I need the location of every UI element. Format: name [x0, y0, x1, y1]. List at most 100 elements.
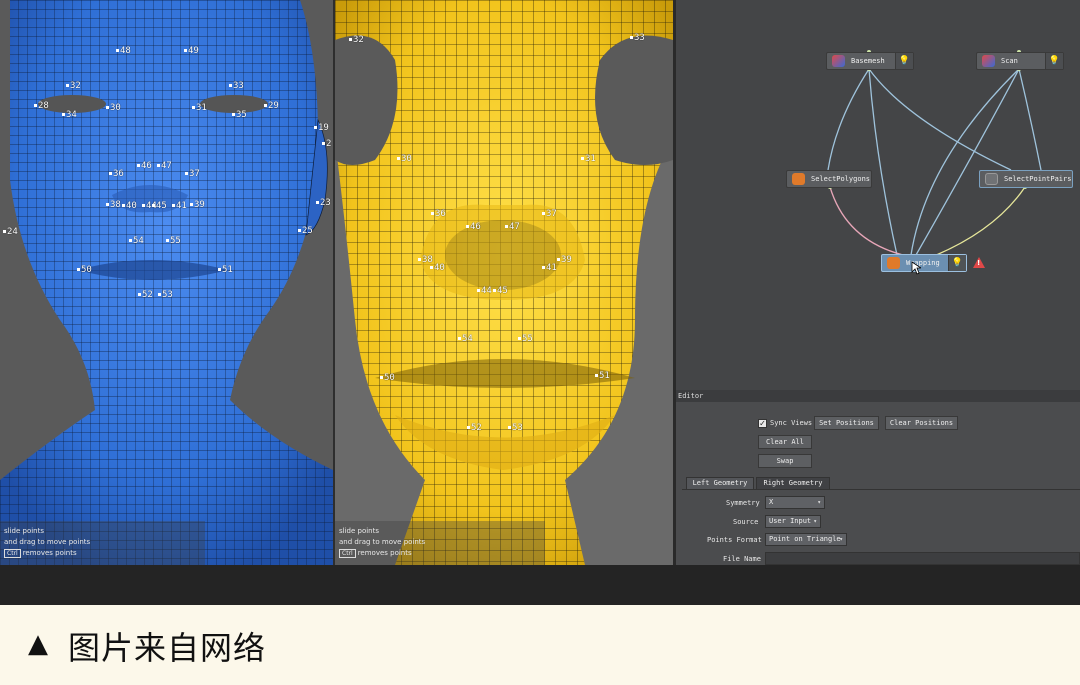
- landmark[interactable]: 24: [3, 227, 18, 237]
- lightbulb-icon[interactable]: 💡: [1045, 53, 1063, 69]
- landmark[interactable]: 48: [116, 46, 131, 56]
- landmark[interactable]: 50: [77, 265, 92, 275]
- node-wrapping[interactable]: Wrapping 💡: [881, 254, 967, 272]
- landmark[interactable]: 35: [232, 110, 247, 120]
- landmark[interactable]: 55: [166, 236, 181, 246]
- landmark[interactable]: 31: [192, 103, 207, 113]
- landmark[interactable]: 33: [630, 33, 645, 43]
- node-basemesh[interactable]: Basemesh 💡: [826, 52, 914, 70]
- landmark[interactable]: 19: [314, 123, 329, 133]
- landmark[interactable]: 34: [62, 110, 77, 120]
- landmark[interactable]: 41: [542, 263, 557, 273]
- node-scan[interactable]: Scan 💡: [976, 52, 1064, 70]
- landmark[interactable]: 46: [466, 222, 481, 232]
- image-caption: ▲ 图片来自网络: [0, 605, 1080, 685]
- tab-divider: [682, 489, 1080, 490]
- ctrl-key: Ctrl: [339, 549, 356, 558]
- points-format-select[interactable]: Point on Triangle ▾: [765, 533, 847, 546]
- landmark[interactable]: 52: [138, 290, 153, 300]
- landmark[interactable]: 38: [106, 200, 121, 210]
- landmark[interactable]: 45: [493, 286, 508, 296]
- landmark[interactable]: 37: [185, 169, 200, 179]
- swap-button[interactable]: Swap: [758, 454, 812, 468]
- node-select-polygons[interactable]: SelectPolygons: [786, 170, 872, 188]
- landmark[interactable]: 53: [508, 423, 523, 433]
- connection-wire: [829, 186, 904, 256]
- node-label: Scan: [1001, 57, 1018, 65]
- source-select[interactable]: User Input ▾: [765, 515, 821, 528]
- bottom-dark-strip: [0, 565, 1080, 605]
- warning-icon: !: [973, 257, 985, 268]
- screenshot: 48 49 32 33 28 30 31 29 34 35 19 2 46 47…: [0, 0, 1080, 685]
- landmark[interactable]: 39: [557, 255, 572, 265]
- node-label: SelectPolygons: [811, 175, 871, 183]
- landmark[interactable]: 28: [34, 101, 49, 111]
- hint-line: and drag to move points: [339, 538, 426, 546]
- landmark[interactable]: 55: [518, 334, 533, 344]
- lightbulb-icon[interactable]: 💡: [895, 53, 913, 69]
- dropdown-arrow-icon: ▾: [817, 499, 821, 506]
- landmark[interactable]: 49: [184, 46, 199, 56]
- clear-all-button[interactable]: Clear All: [758, 435, 812, 449]
- landmark[interactable]: 51: [218, 265, 233, 275]
- landmark[interactable]: 51: [595, 371, 610, 381]
- hint-line: Ctrl removes points: [4, 549, 77, 558]
- landmark[interactable]: 46: [137, 161, 152, 171]
- landmark[interactable]: 41: [172, 201, 187, 211]
- symmetry-select[interactable]: X ▾: [765, 496, 825, 509]
- dropdown-arrow-icon: ▾: [813, 518, 817, 525]
- points-format-label: Points Format: [707, 536, 762, 544]
- landmark[interactable]: 40: [430, 263, 445, 273]
- landmark[interactable]: 50: [380, 373, 395, 383]
- landmark[interactable]: 54: [129, 236, 144, 246]
- landmark[interactable]: 47: [157, 161, 172, 171]
- editor-panel: Editor ✓ Sync Views Set Positions Clear …: [676, 390, 1080, 565]
- landmark[interactable]: 31: [581, 154, 596, 164]
- landmark[interactable]: 44: [477, 286, 492, 296]
- source-value: User Input: [769, 517, 812, 525]
- connection-wire: [868, 68, 1012, 171]
- caption-text: 图片来自网络: [68, 629, 267, 667]
- hint-line: slide points: [4, 527, 45, 535]
- landmark[interactable]: 47: [505, 222, 520, 232]
- connection-wire: [915, 68, 1020, 256]
- landmark[interactable]: 52: [467, 423, 482, 433]
- landmark[interactable]: 25: [298, 226, 313, 236]
- symmetry-value: X: [769, 498, 774, 506]
- file-name-input[interactable]: [765, 552, 1080, 565]
- left-viewport[interactable]: 48 49 32 33 28 30 31 29 34 35 19 2 46 47…: [0, 0, 333, 565]
- landmark[interactable]: 40: [122, 201, 137, 211]
- landmark[interactable]: 54: [458, 334, 473, 344]
- wrapping-icon: [887, 257, 900, 269]
- landmark[interactable]: 45: [152, 201, 167, 211]
- lightbulb-icon[interactable]: 💡: [948, 255, 966, 271]
- landmark[interactable]: 53: [158, 290, 173, 300]
- source-label: Source: [733, 518, 759, 526]
- tab-left-geometry[interactable]: Left Geometry: [686, 477, 754, 489]
- landmark[interactable]: 37: [542, 209, 557, 219]
- set-positions-button[interactable]: Set Positions: [814, 416, 879, 430]
- node-graph[interactable]: Basemesh 💡 Scan 💡 SelectPolygons SelectP…: [676, 0, 1080, 390]
- landmark[interactable]: 36: [431, 209, 446, 219]
- landmark[interactable]: 33: [229, 81, 244, 91]
- tab-right-geometry[interactable]: Right Geometry: [756, 477, 830, 489]
- node-select-point-pairs[interactable]: SelectPointPairs: [979, 170, 1073, 188]
- clear-positions-button[interactable]: Clear Positions: [885, 416, 958, 430]
- landmark[interactable]: 2: [322, 139, 331, 149]
- landmark[interactable]: 32: [66, 81, 81, 91]
- hint-line: slide points: [339, 527, 380, 535]
- landmark[interactable]: 39: [190, 200, 205, 210]
- mesh-icon: [832, 55, 845, 67]
- connection-wire: [868, 68, 898, 256]
- sync-views-checkbox[interactable]: ✓: [758, 419, 767, 428]
- landmark[interactable]: 36: [109, 169, 124, 179]
- points-format-value: Point on Triangle: [769, 535, 841, 543]
- dropdown-arrow-icon: ▾: [839, 536, 843, 543]
- middle-viewport[interactable]: 32 33 30 31 36 37 46 47 38 40 41 39 44 4…: [335, 0, 673, 565]
- landmark[interactable]: 23: [316, 198, 331, 208]
- landmark[interactable]: 29: [264, 101, 279, 111]
- landmark[interactable]: 30: [397, 154, 412, 164]
- scan-face-mesh: [335, 0, 673, 565]
- landmark[interactable]: 32: [349, 35, 364, 45]
- landmark[interactable]: 30: [106, 103, 121, 113]
